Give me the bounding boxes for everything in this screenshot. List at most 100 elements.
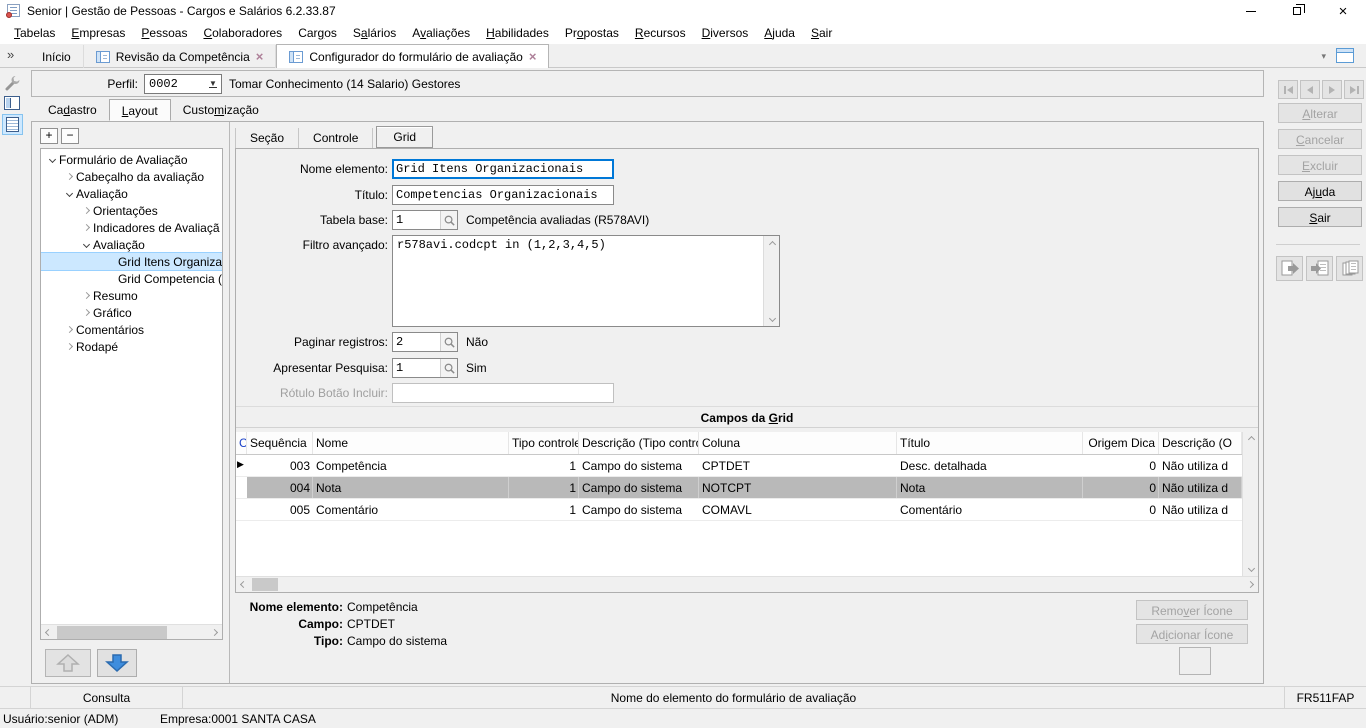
close-tab-icon[interactable]: × xyxy=(529,50,537,63)
profile-combobox[interactable]: 0002 ▼ xyxy=(144,74,222,94)
scroll-up-icon[interactable] xyxy=(764,236,780,252)
menu-item-pessoas[interactable]: Pessoas xyxy=(133,24,195,42)
column-header-titulo[interactable]: Título xyxy=(897,432,1083,454)
apresentar-pesquisa-input[interactable] xyxy=(393,359,440,377)
tree-item-resumo[interactable]: Resumo xyxy=(41,287,222,304)
search-icon[interactable] xyxy=(440,333,457,351)
scroll-down-icon[interactable] xyxy=(764,310,780,326)
panel-view-icon[interactable] xyxy=(4,96,20,110)
expand-chevron-icon[interactable] xyxy=(62,327,76,332)
remover-icone-button[interactable]: Remover Ícone xyxy=(1136,600,1248,620)
column-header-nome[interactable]: Nome xyxy=(313,432,509,454)
scrollbar-thumb[interactable] xyxy=(252,578,278,591)
tree-item-formulario-de-avaliacao[interactable]: Formulário de Avaliação xyxy=(41,151,222,168)
tab-overflow-chevrons-icon[interactable]: » xyxy=(7,47,14,62)
window-panel-icon[interactable] xyxy=(1336,48,1354,63)
column-header-coluna[interactable]: Coluna xyxy=(699,432,897,454)
tree-item-grid-itens-organiza[interactable]: Grid Itens Organiza xyxy=(41,253,222,270)
menu-item-ajuda[interactable]: Ajuda xyxy=(756,24,803,42)
copy-records-button[interactable] xyxy=(1336,256,1363,281)
form-designer-icon-selected[interactable] xyxy=(2,114,23,135)
sair-button[interactable]: Sair xyxy=(1278,207,1362,227)
column-header-descricao-o[interactable]: Descrição (O xyxy=(1159,432,1242,454)
close-tab-icon[interactable]: × xyxy=(256,50,264,63)
first-record-button[interactable] xyxy=(1278,80,1298,99)
grid-row-005[interactable]: 005Comentário1Campo do sistemaCOMAVLCome… xyxy=(236,499,1258,521)
restore-button[interactable] xyxy=(1274,0,1320,22)
alterar-button[interactable]: Alterar xyxy=(1278,103,1362,123)
ajuda-button[interactable]: Ajuda xyxy=(1278,181,1362,201)
search-icon[interactable] xyxy=(440,359,457,377)
next-record-button[interactable] xyxy=(1322,80,1342,99)
expand-chevron-icon[interactable] xyxy=(79,310,93,315)
document-tab-revisao-da-competencia[interactable]: Revisão da Competência× xyxy=(84,45,277,68)
menu-item-salarios[interactable]: Salários xyxy=(345,24,404,42)
menu-item-habilidades[interactable]: Habilidades xyxy=(478,24,557,42)
tree-item-comentarios[interactable]: Comentários xyxy=(41,321,222,338)
view-tab-customizacao[interactable]: Customização xyxy=(171,99,271,121)
menu-item-avaliacoes[interactable]: Avaliações xyxy=(404,24,478,42)
tabela-base-input[interactable] xyxy=(393,211,440,229)
menu-item-colaboradores[interactable]: Colaboradores xyxy=(195,24,290,42)
cancelar-button[interactable]: Cancelar xyxy=(1278,129,1362,149)
nome-elemento-input[interactable] xyxy=(392,159,614,179)
tree-item-cabecalho-da-avaliacao[interactable]: Cabeçalho da avaliação xyxy=(41,168,222,185)
titulo-input[interactable] xyxy=(392,185,614,205)
scroll-up-icon[interactable] xyxy=(1243,432,1259,447)
document-tab-inicio[interactable]: Início xyxy=(30,45,84,68)
adicionar-icone-button[interactable]: Adicionar Ícone xyxy=(1136,624,1248,644)
menu-item-empresas[interactable]: Empresas xyxy=(63,24,133,42)
tree-item-orientacoes[interactable]: Orientações xyxy=(41,202,222,219)
last-record-button[interactable] xyxy=(1344,80,1364,99)
combo-dropdown-icon[interactable]: ▼ xyxy=(205,75,221,93)
column-header-tipo-controle[interactable]: Tipo controle xyxy=(509,432,579,454)
move-element-up-button[interactable] xyxy=(45,649,91,677)
expand-chevron-icon[interactable] xyxy=(79,293,93,298)
grid-row-003[interactable]: ▶003Competência1Campo do sistemaCPTDETDe… xyxy=(236,455,1258,477)
search-icon[interactable] xyxy=(440,211,457,229)
minimize-button[interactable] xyxy=(1228,0,1274,22)
collapse-chevron-icon[interactable] xyxy=(45,157,59,162)
expand-chevron-icon[interactable] xyxy=(62,174,76,179)
scroll-right-icon[interactable] xyxy=(1243,577,1258,592)
view-tab-cadastro[interactable]: Cadastro xyxy=(36,99,109,121)
textarea-vertical-scrollbar[interactable] xyxy=(763,236,779,326)
tree-collapse-all-button[interactable]: − xyxy=(61,128,79,144)
tree-item-rodape[interactable]: Rodapé xyxy=(41,338,222,355)
element-tab-secao[interactable]: Seção xyxy=(235,128,299,148)
menu-item-sair[interactable]: Sair xyxy=(803,24,840,42)
tools-wrench-icon[interactable] xyxy=(4,74,22,95)
view-tab-layout[interactable]: Layout xyxy=(109,99,171,121)
menu-item-cargos[interactable]: Cargos xyxy=(290,24,345,42)
export-record-button[interactable] xyxy=(1276,256,1303,281)
previous-record-button[interactable] xyxy=(1300,80,1320,99)
menu-item-propostas[interactable]: Propostas xyxy=(557,24,627,42)
column-header-origem-dica[interactable]: Origem Dica xyxy=(1083,432,1159,454)
document-tab-configurador-do-formulario-de-avaliacao[interactable]: Configurador do formulário de avaliação× xyxy=(276,44,549,68)
menu-item-recursos[interactable]: Recursos xyxy=(627,24,694,42)
scrollbar-thumb[interactable] xyxy=(57,626,167,639)
tree-horizontal-scrollbar[interactable] xyxy=(41,624,222,639)
element-tab-grid[interactable]: Grid xyxy=(376,126,433,148)
tab-list-dropdown-icon[interactable]: ▾ xyxy=(1321,51,1326,62)
collapse-chevron-icon[interactable] xyxy=(62,191,76,196)
scroll-left-icon[interactable] xyxy=(236,577,251,592)
expand-chevron-icon[interactable] xyxy=(79,225,93,230)
tree-item-avaliacao[interactable]: Avaliação xyxy=(41,236,222,253)
tree-item-grid-competencia[interactable]: Grid Competencia ( xyxy=(41,270,222,287)
column-header-c[interactable]: C xyxy=(236,432,247,454)
close-button[interactable]: × xyxy=(1320,0,1366,22)
filtro-avancado-textarea[interactable]: r578avi.codcpt in (1,2,3,4,5) xyxy=(392,235,780,327)
tree-item-grafico[interactable]: Gráfico xyxy=(41,304,222,321)
element-tab-controle[interactable]: Controle xyxy=(299,128,373,148)
excluir-button[interactable]: Excluir xyxy=(1278,155,1362,175)
scroll-right-icon[interactable] xyxy=(207,625,222,640)
collapse-chevron-icon[interactable] xyxy=(79,242,93,247)
tree-item-indicadores-de-avaliaca[interactable]: Indicadores de Avaliaçã xyxy=(41,219,222,236)
import-record-button[interactable] xyxy=(1306,256,1333,281)
menu-item-tabelas[interactable]: Tabelas xyxy=(6,24,63,42)
move-element-down-button[interactable] xyxy=(97,649,137,677)
scroll-left-icon[interactable] xyxy=(41,625,56,640)
tree-expand-all-button[interactable]: + xyxy=(40,128,58,144)
column-header-sequencia[interactable]: Sequência xyxy=(247,432,313,454)
